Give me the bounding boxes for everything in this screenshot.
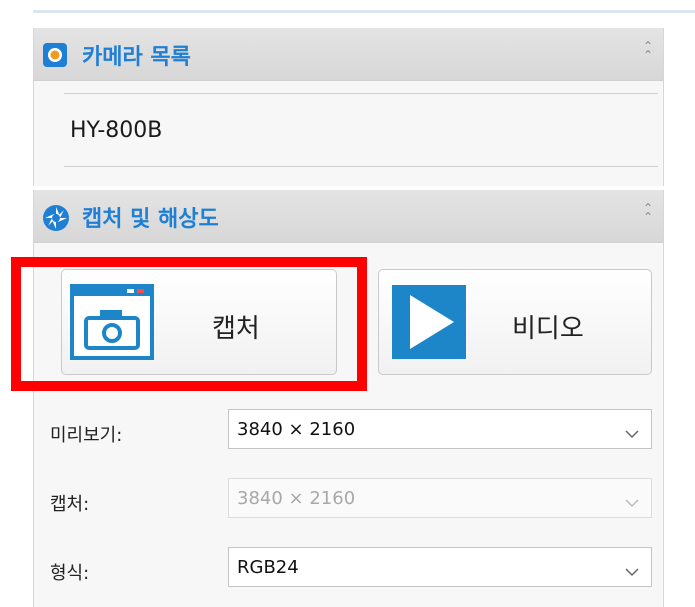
capture-label: 캡처: <box>50 494 90 515</box>
collapse-capture-panel-icon[interactable]: ⌃ ⌃ <box>643 202 653 223</box>
aperture-icon <box>42 204 70 236</box>
format-value: RGB24 <box>237 557 299 578</box>
preview-label: 미리보기: <box>50 425 123 446</box>
camera-item-hy-800b[interactable]: HY-800B <box>70 118 162 143</box>
play-icon <box>392 285 466 363</box>
format-select[interactable]: RGB24 <box>228 547 652 587</box>
camera-icon <box>42 42 68 72</box>
chevron-down-icon <box>625 493 639 512</box>
capture-resolution-title: 캡처 및 해상도 <box>82 207 219 232</box>
divider <box>64 93 658 94</box>
capture-resolution-value: 3840 × 2160 <box>237 488 356 509</box>
camera-item-label: HY-800B <box>70 118 163 143</box>
capture-resolution-select[interactable]: 3840 × 2160 <box>228 478 652 518</box>
preview-resolution-select[interactable]: 3840 × 2160 <box>228 409 652 449</box>
camera-list-title: 카메라 목록 <box>82 45 191 70</box>
collapse-camera-list-icon[interactable]: ⌃ ⌃ <box>643 40 653 61</box>
capture-button-label: 캡처 <box>212 314 260 344</box>
capture-icon <box>70 284 154 364</box>
window-top-strip <box>33 0 695 13</box>
capture-resolution-panel: 캡처 및 해상도 ⌃ ⌃ <box>33 190 664 607</box>
capture-resolution-header[interactable]: 캡처 및 해상도 ⌃ ⌃ <box>34 190 663 243</box>
capture-button[interactable]: 캡처 <box>61 269 337 375</box>
video-button-label: 비디오 <box>512 314 584 344</box>
preview-resolution-value: 3840 × 2160 <box>237 419 356 440</box>
camera-list-header[interactable]: 카메라 목록 ⌃ ⌃ <box>34 28 663 81</box>
format-label: 형식: <box>50 563 90 584</box>
chevron-down-icon <box>625 562 639 581</box>
video-button[interactable]: 비디오 <box>378 269 652 375</box>
divider <box>64 166 658 167</box>
chevron-down-icon <box>625 424 639 443</box>
camera-list-panel: 카메라 목록 ⌃ ⌃ HY-800B <box>33 28 664 186</box>
